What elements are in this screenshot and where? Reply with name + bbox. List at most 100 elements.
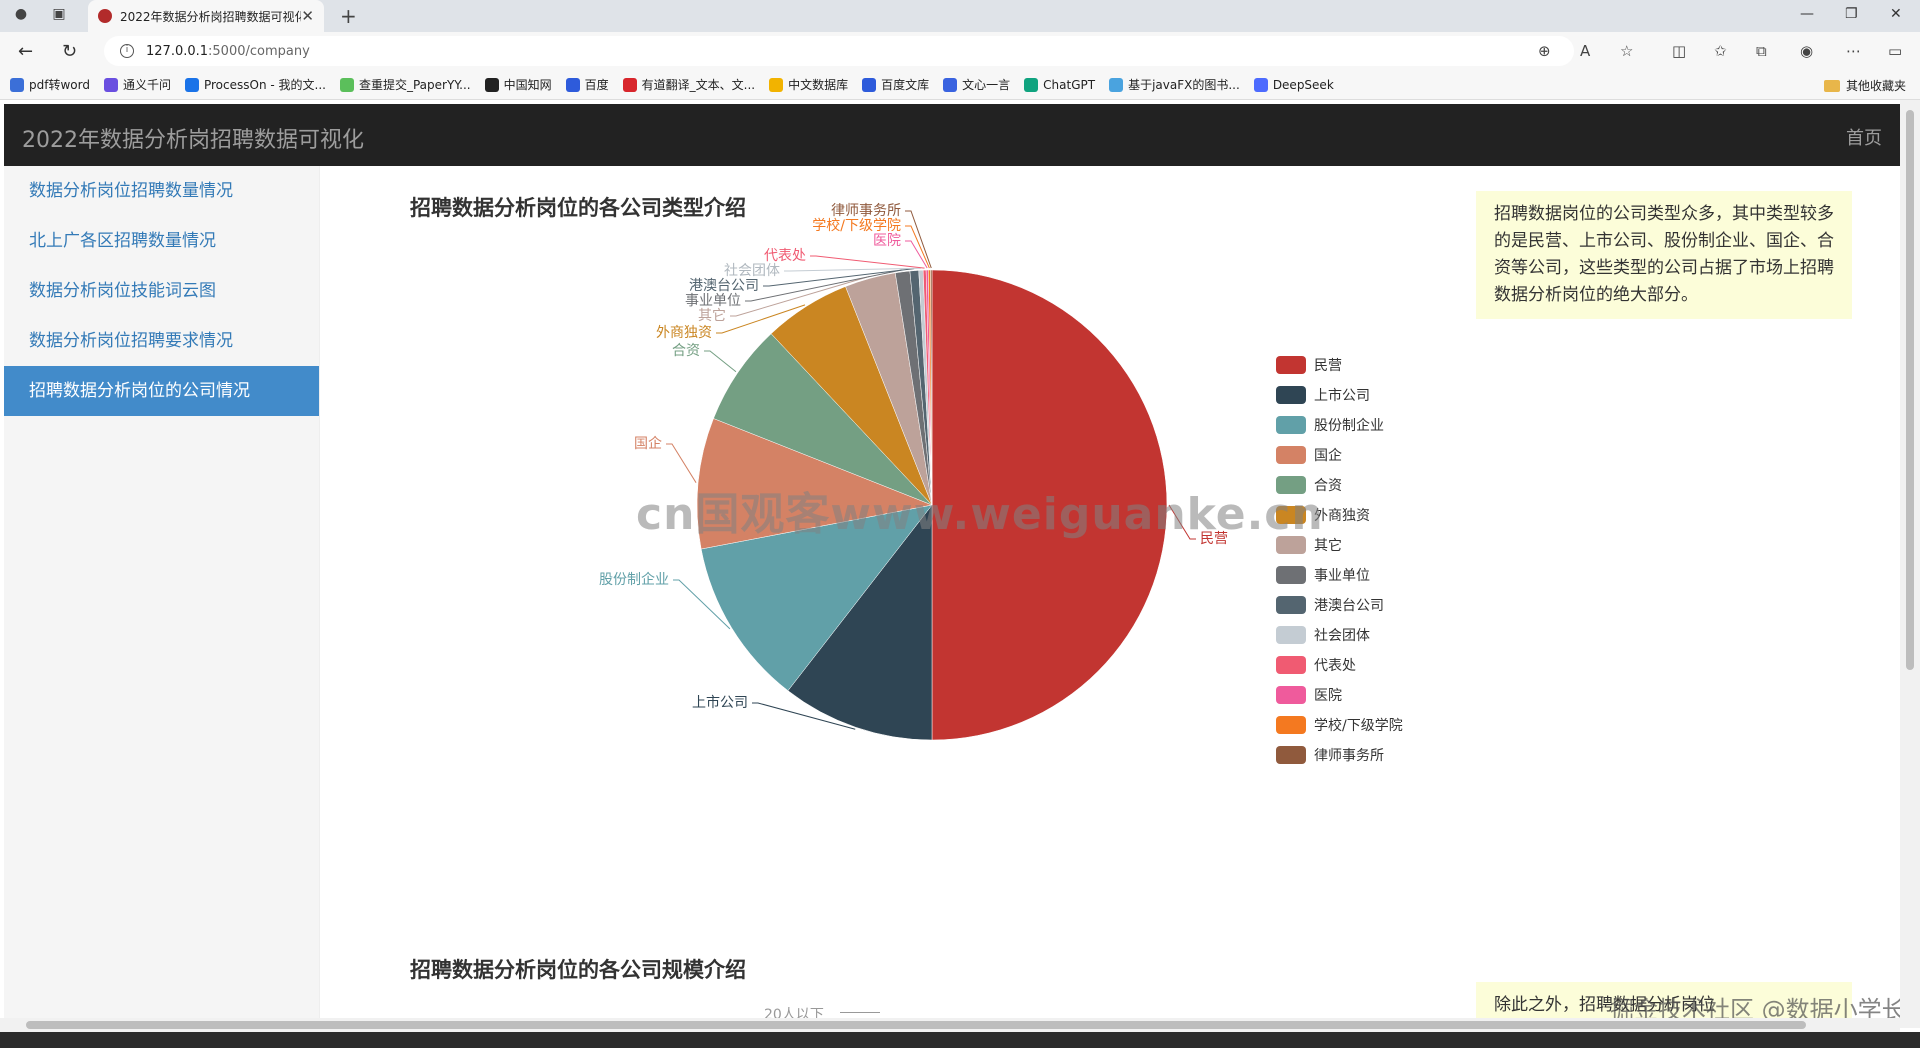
favorites-icon[interactable]: ✩: [1714, 42, 1727, 60]
bookmark-item[interactable]: ProcessOn - 我的文...: [184, 76, 326, 93]
bookmark-item[interactable]: 有道翻译_文本、文...: [622, 76, 756, 93]
bookmark-item[interactable]: 中文数据库: [769, 76, 848, 93]
bookmark-icon: [769, 77, 784, 92]
bookmark-item[interactable]: pdf转word: [10, 76, 90, 93]
legend-item[interactable]: 民营: [1276, 350, 1403, 380]
legend-item[interactable]: 国企: [1276, 440, 1403, 470]
bookmark-icon: [943, 77, 958, 92]
home-link[interactable]: 首页: [1846, 124, 1882, 150]
bookmark-item[interactable]: DeepSeek: [1253, 77, 1334, 92]
legend-label: 学校/下级学院: [1314, 718, 1403, 734]
close-window-icon[interactable]: ✕: [1890, 6, 1902, 22]
legend-label: 国企: [1314, 448, 1342, 464]
pie-slice[interactable]: [770, 286, 933, 506]
minimize-icon[interactable]: —: [1800, 6, 1814, 22]
vertical-scrollbar[interactable]: [1900, 100, 1920, 1028]
bookmark-item[interactable]: 基于javaFX的图书...: [1109, 76, 1240, 93]
chart-legend: 民营 上市公司 股份制企业 国企 合资 外商独资 其它 事业单位 港澳台公司 社会团体 代表处 医院学…: [1276, 350, 1403, 770]
legend-item[interactable]: 股份制企业: [1276, 410, 1403, 440]
read-aloud-icon[interactable]: A: [1580, 42, 1590, 60]
tab-actions-icon[interactable]: ▣: [50, 6, 68, 24]
more-menu-icon[interactable]: ⋯: [1846, 42, 1861, 60]
browser-tab[interactable]: 2022年数据分析岗招聘数据可视化 ✕: [88, 0, 324, 32]
bookmarks-bar: pdf转word 通义千问 ProcessOn - 我的文... 查重提交_Paper…: [0, 70, 1920, 100]
legend-item[interactable]: 医院: [1276, 680, 1403, 710]
bookmark-label: 有道翻译_文本、文...: [641, 78, 756, 92]
bookmark-icon: [103, 77, 118, 92]
pie-label-line: [752, 702, 856, 730]
pie-label-line: [673, 579, 731, 630]
url-field[interactable]: i 127.0.0.1:5000/company: [104, 36, 1574, 66]
favorite-star-icon[interactable]: ☆: [1620, 42, 1633, 60]
bookmark-icon: [1253, 77, 1268, 92]
legend-item[interactable]: 上市公司: [1276, 380, 1403, 410]
legend-item[interactable]: 社会团体: [1276, 620, 1403, 650]
bookmark-item[interactable]: ChatGPT: [1024, 77, 1095, 92]
pie-slice[interactable]: [918, 269, 933, 506]
legend-swatch: [1276, 686, 1306, 704]
bookmark-icon: [565, 77, 580, 92]
legend-item[interactable]: 港澳台公司: [1276, 590, 1403, 620]
extensions-icon[interactable]: ◉: [1800, 42, 1813, 60]
bookmark-item[interactable]: 百度文库: [862, 76, 929, 93]
pie-slice[interactable]: [925, 269, 933, 506]
split-screen-icon[interactable]: ◫: [1672, 42, 1686, 60]
bookmark-item[interactable]: 文心一言: [943, 76, 1010, 93]
legend-label: 港澳台公司: [1314, 598, 1384, 614]
brand-title[interactable]: 2022年数据分析岗招聘数据可视化: [22, 122, 364, 154]
bookmark-icon: [184, 77, 199, 92]
profile-icon[interactable]: ●: [12, 6, 30, 24]
close-tab-icon[interactable]: ✕: [301, 7, 314, 25]
legend-swatch: [1276, 416, 1306, 434]
favicon-icon: [98, 9, 112, 23]
sidebar-toggle-icon[interactable]: ▭: [1888, 42, 1902, 60]
url-path: :5000/company: [208, 43, 310, 59]
legend-swatch: [1276, 356, 1306, 374]
legend-label: 医院: [1314, 688, 1342, 704]
legend-swatch: [1276, 626, 1306, 644]
sidebar-item-2[interactable]: 数据分析岗位技能词云图: [4, 266, 319, 316]
pie-slice[interactable]: [930, 269, 933, 506]
bookmark-label: 查重提交_PaperYY...: [358, 78, 471, 92]
tab-title: 2022年数据分析岗招聘数据可视化: [120, 9, 302, 24]
address-toolbar: ← ↻ i 127.0.0.1:5000/company ⊕ A ☆ ◫ ✩ ⧉…: [0, 32, 1920, 70]
sidebar-item-0[interactable]: 数据分析岗位招聘数量情况: [4, 166, 319, 216]
legend-swatch: [1276, 566, 1306, 584]
pie-slice[interactable]: [845, 272, 933, 506]
legend-item[interactable]: 律师事务所: [1276, 740, 1403, 770]
horizontal-scroll-thumb[interactable]: [26, 1021, 1806, 1029]
vertical-scroll-thumb[interactable]: [1906, 110, 1914, 670]
bookmark-item[interactable]: 查重提交_PaperYY...: [339, 76, 471, 93]
pie-slice[interactable]: [928, 269, 933, 506]
legend-swatch: [1276, 716, 1306, 734]
pie-slice[interactable]: [922, 269, 933, 506]
site-info-icon[interactable]: i: [120, 44, 134, 58]
bookmark-item[interactable]: 百度: [565, 76, 609, 93]
refresh-icon[interactable]: ↻: [62, 41, 77, 62]
bookmark-label: 中文数据库: [788, 78, 849, 92]
legend-item[interactable]: 事业单位: [1276, 560, 1403, 590]
horizontal-scrollbar[interactable]: [0, 1018, 1900, 1032]
bookmark-item[interactable]: 中国知网: [484, 76, 552, 93]
collections-icon[interactable]: ⧉: [1756, 42, 1767, 60]
pie-label-line: [905, 210, 932, 269]
sidebar-item-1[interactable]: 北上广各区招聘数量情况: [4, 216, 319, 266]
other-bookmarks-folder[interactable]: 其他收藏夹: [1823, 77, 1906, 94]
insight-note-company-type: 招聘数据岗位的公司类型众多，其中类型较多的是民营、上市公司、股份制企业、国企、合…: [1476, 191, 1852, 319]
legend-label: 民营: [1314, 358, 1342, 374]
pie-label-line: [730, 275, 870, 317]
zoom-icon[interactable]: ⊕: [1538, 42, 1551, 60]
legend-swatch: [1276, 596, 1306, 614]
sidebar-item-3[interactable]: 数据分析岗位招聘要求情况: [4, 316, 319, 366]
legend-item[interactable]: 学校/下级学院: [1276, 710, 1403, 740]
restore-icon[interactable]: ❐: [1845, 6, 1858, 22]
new-tab-icon[interactable]: +: [340, 4, 357, 28]
sidebar-item-4[interactable]: 招聘数据分析岗位的公司情况: [4, 366, 319, 416]
back-icon[interactable]: ←: [18, 41, 33, 62]
bookmark-label: 百度文库: [881, 78, 930, 92]
pie-slice[interactable]: [894, 270, 933, 506]
bookmark-label: 中国知网: [503, 78, 552, 92]
pie-slice[interactable]: [909, 270, 933, 506]
bookmark-item[interactable]: 通义千问: [103, 76, 171, 93]
legend-item[interactable]: 代表处: [1276, 650, 1403, 680]
